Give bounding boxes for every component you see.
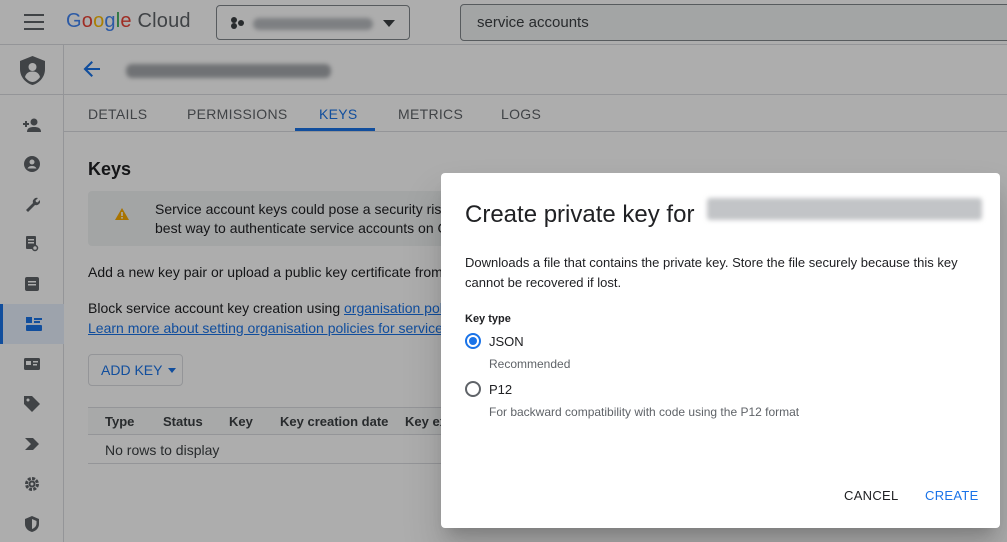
cancel-button[interactable]: CANCEL [844,488,899,503]
json-option-description: Recommended [489,357,571,371]
dialog-description: Downloads a file that contains the priva… [465,255,958,290]
json-radio[interactable] [465,333,481,349]
dialog-title: Create private key for [465,198,983,229]
service-account-name-redacted [707,198,983,220]
key-type-label: Key type [465,313,511,325]
p12-option-description: For backward compatibility with code usi… [489,405,800,419]
p12-radio[interactable] [465,381,481,397]
create-button[interactable]: CREATE [925,488,979,503]
create-private-key-dialog: Create private key for Downloads a file … [441,173,1000,528]
p12-option-label[interactable]: P12 [489,382,512,397]
json-option-label[interactable]: JSON [489,334,524,349]
